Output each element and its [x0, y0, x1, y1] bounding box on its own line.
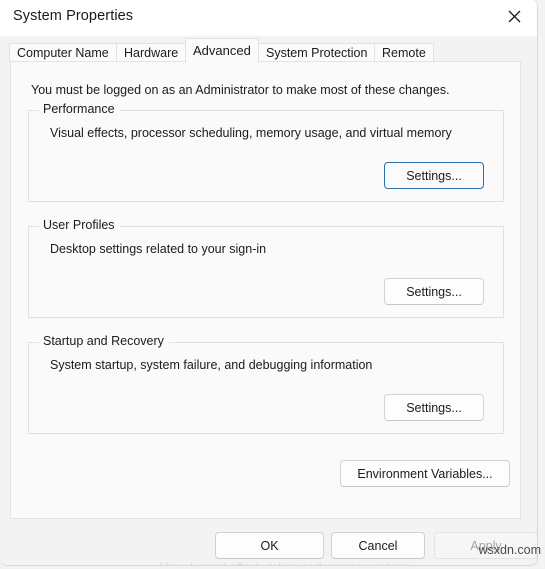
button-label: Settings... [406, 400, 462, 415]
ok-button[interactable]: OK [215, 532, 324, 559]
administrator-note: You must be logged on as an Administrato… [31, 83, 450, 97]
tab-advanced[interactable]: Advanced [185, 38, 259, 63]
button-label: Settings... [406, 168, 462, 183]
startup-recovery-description: System startup, system failure, and debu… [50, 358, 373, 372]
tab-label: Remote [382, 46, 426, 60]
title-bar[interactable]: System Properties [0, 0, 537, 36]
tab-label: System Protection [266, 46, 368, 60]
advanced-tab-panel: You must be logged on as an Administrato… [10, 61, 521, 519]
button-label: Cancel [358, 538, 398, 553]
button-label: OK [260, 538, 279, 553]
cancel-button[interactable]: Cancel [331, 532, 425, 559]
button-label: Environment Variables... [357, 466, 493, 481]
tab-label: Hardware [124, 46, 179, 60]
site-watermark: wsxdn.com [478, 543, 541, 557]
startup-recovery-group-label: Startup and Recovery [39, 334, 169, 348]
user-profiles-group: User Profiles Desktop settings related t… [28, 218, 504, 318]
user-profiles-description: Desktop settings related to your sign-in [50, 242, 267, 256]
close-button[interactable] [491, 0, 537, 33]
tab-remote[interactable]: Remote [374, 43, 434, 62]
tab-hardware[interactable]: Hardware [116, 43, 187, 62]
tab-label: Computer Name [17, 46, 109, 60]
user-profiles-settings-button[interactable]: Settings... [384, 278, 484, 305]
tab-computer-name[interactable]: Computer Name [9, 43, 117, 62]
tab-label: Advanced [193, 43, 251, 58]
system-properties-window: System Properties Computer Name Hardware… [0, 0, 545, 569]
environment-variables-button[interactable]: Environment Variables... [340, 460, 510, 487]
user-profiles-group-label: User Profiles [39, 218, 120, 232]
startup-recovery-settings-button[interactable]: Settings... [384, 394, 484, 421]
close-icon [508, 10, 521, 23]
performance-group: Performance Visual effects, processor sc… [28, 102, 504, 202]
background-bleed-text: Visual visual effects tab in performance… [160, 560, 410, 565]
performance-description: Visual effects, processor scheduling, me… [50, 126, 452, 140]
tab-system-protection[interactable]: System Protection [258, 43, 376, 62]
window-title: System Properties [13, 8, 134, 24]
performance-group-label: Performance [39, 102, 120, 116]
window-body: System Properties Computer Name Hardware… [0, 0, 538, 566]
performance-settings-button[interactable]: Settings... [384, 162, 484, 189]
tab-strip: Computer Name Hardware Advanced System P… [0, 36, 537, 63]
startup-recovery-group: Startup and Recovery System startup, sys… [28, 334, 504, 434]
button-label: Settings... [406, 284, 462, 299]
